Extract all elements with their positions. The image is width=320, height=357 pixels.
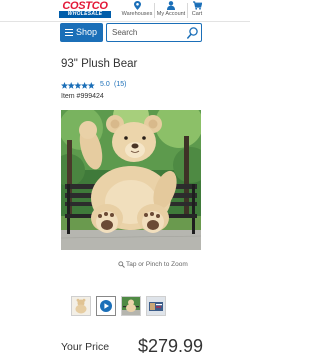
thumbnail-video[interactable] — [96, 296, 116, 316]
shop-menu-button[interactable]: Shop — [60, 23, 103, 42]
shopping-cart-icon — [192, 1, 202, 10]
search-icon[interactable] — [187, 27, 198, 39]
person-icon — [167, 1, 175, 10]
product-image[interactable] — [61, 110, 201, 250]
magnifier-icon — [118, 261, 125, 268]
location-pin-icon — [133, 1, 141, 10]
costco-logo[interactable]: COSTCO WHOLESALE — [57, 1, 113, 20]
item-number: Item #999424 — [61, 93, 104, 100]
nav-my-account[interactable]: My Account — [155, 1, 187, 17]
nav-cart-label: Cart — [191, 11, 203, 17]
price-label: Your Price — [61, 341, 110, 353]
rating-value: 5.0 — [100, 81, 110, 88]
hamburger-icon — [65, 29, 73, 37]
bear-bench-thumbnail-icon — [122, 297, 140, 315]
play-video-icon — [97, 297, 115, 315]
thumbnail-4[interactable] — [146, 296, 166, 316]
review-count-link[interactable]: (15) — [114, 81, 126, 88]
thumbnail-3[interactable] — [121, 296, 141, 316]
search-box[interactable] — [106, 23, 202, 42]
nav-my-account-label: My Account — [156, 11, 186, 17]
price-value: $279.99 — [138, 336, 204, 356]
zoom-hint-text: Tap or Pinch to Zoom — [126, 261, 188, 268]
nav-warehouses-label: Warehouses — [121, 11, 153, 17]
logo-subtitle: WHOLESALE — [67, 11, 103, 17]
top-bar: COSTCO WHOLESALE Warehouses My Account C… — [0, 0, 250, 22]
search-row: Shop — [0, 22, 250, 44]
nav-warehouses[interactable]: Warehouses — [120, 1, 154, 17]
nav-cart[interactable]: Cart — [188, 1, 206, 17]
product-title: 93" Plush Bear — [61, 58, 138, 70]
bear-thumbnail-icon — [72, 297, 90, 315]
rating-stars-icon — [61, 82, 95, 89]
bear-box-thumbnail-icon — [147, 297, 165, 315]
search-input[interactable] — [112, 26, 182, 39]
thumbnail-1[interactable] — [71, 296, 91, 316]
shop-button-label: Shop — [76, 27, 98, 37]
